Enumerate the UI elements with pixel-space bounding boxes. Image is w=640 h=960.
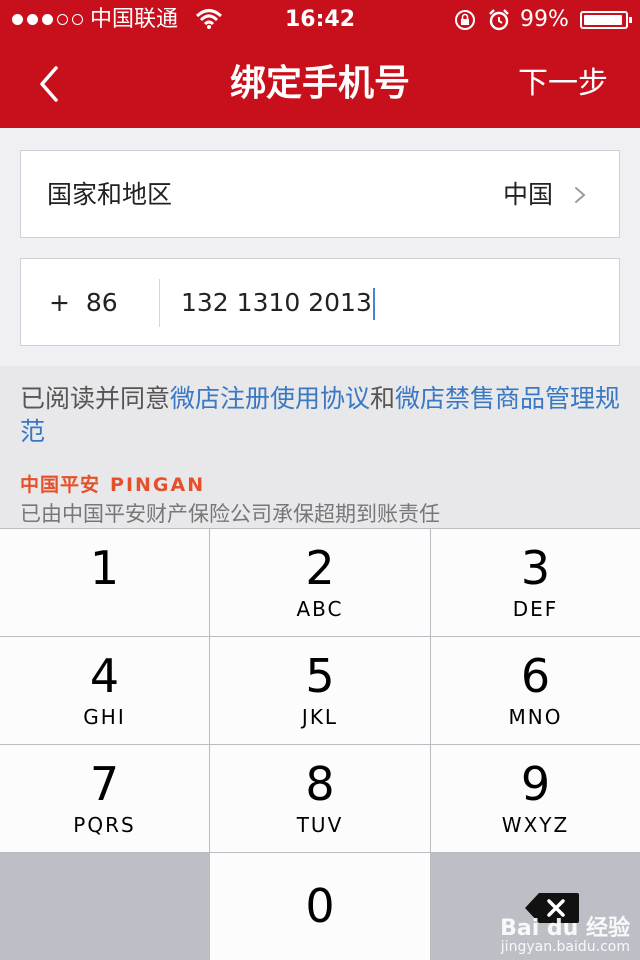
key-2[interactable]: 2 ABC <box>210 529 430 636</box>
registration-agreement-link[interactable]: 微店注册使用协议 <box>170 384 370 413</box>
numeric-keypad: 1 2 ABC 3 DEF 4 GHI 5 JKL 6 MNO 7 PQRS 8 TUV 9W… <box>0 528 640 960</box>
key-1[interactable]: 1 <box>0 529 209 636</box>
battery-percent: 99% <box>520 7 569 32</box>
country-region-row[interactable]: 国家和地区 中国 <box>20 150 620 238</box>
key-9[interactable]: 9 WXYZ <box>431 745 640 852</box>
alarm-icon <box>489 9 509 31</box>
phone-number-input[interactable]: 132 1310 2013 <box>181 259 375 347</box>
nav-bar: 绑定手机号 下一步 <box>0 40 640 128</box>
phone-country-code[interactable]: + 86 <box>49 259 118 347</box>
watermark: Bai du 经验 jingyan.baidu.com <box>500 916 630 956</box>
header: 中国联通 16:42 99% 绑定手机号 下一步 <box>0 0 640 128</box>
key-7[interactable]: 7 PQRS <box>0 745 209 852</box>
agreement-section: 已阅读并同意微店注册使用协议和微店禁售商品管理规范 中国平安 PINGAN 已由中… <box>0 366 640 528</box>
rotation-lock-icon <box>455 10 475 30</box>
country-region-value: 中国 <box>502 180 553 209</box>
key-4[interactable]: 4 GHI <box>0 637 209 744</box>
key-8[interactable]: 8 TUV <box>210 745 430 852</box>
country-region-label: 国家和地区 <box>47 180 173 209</box>
pingan-logo: 中国平安 PINGAN <box>20 474 206 496</box>
next-step-button[interactable]: 下一步 <box>518 40 608 128</box>
key-6[interactable]: 6 MNO <box>431 637 640 744</box>
text-cursor <box>372 288 375 320</box>
divider <box>159 279 160 327</box>
phone-input-row[interactable]: + 86 132 1310 2013 <box>20 258 620 346</box>
status-bar: 中国联通 16:42 99% <box>0 0 640 40</box>
blank-key <box>0 853 209 960</box>
agreement-text: 已阅读并同意微店注册使用协议和微店禁售商品管理规范 <box>20 384 621 446</box>
key-3[interactable]: 3 DEF <box>431 529 640 636</box>
chevron-right-icon <box>575 187 586 203</box>
insurance-note: 已由中国平安财产保险公司承保超期到账责任 <box>20 502 440 526</box>
battery-icon <box>580 11 632 29</box>
key-0[interactable]: 0 <box>210 853 430 960</box>
key-5[interactable]: 5 JKL <box>210 637 430 744</box>
delete-key[interactable]: Bai du 经验 jingyan.baidu.com <box>431 853 640 960</box>
